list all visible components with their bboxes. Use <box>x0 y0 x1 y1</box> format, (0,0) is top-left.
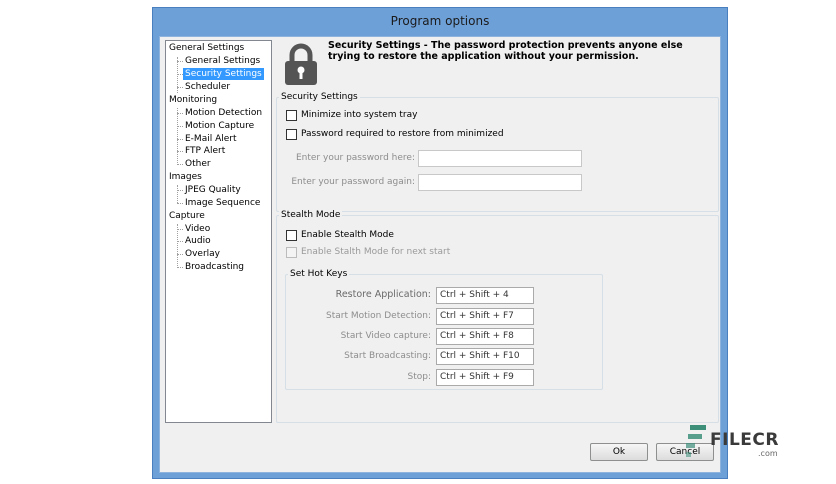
hotkey-restore-field[interactable]: Ctrl + Shift + 4 <box>436 287 534 304</box>
tree-item-motion-capture[interactable]: Motion Capture <box>183 120 256 132</box>
minimize-tray-label: Minimize into system tray <box>301 110 418 120</box>
page-description: Security Settings - The password protect… <box>328 40 683 62</box>
watermark-sub: .com <box>758 449 778 458</box>
tree-group-capture[interactable]: Capture <box>169 210 205 222</box>
lock-icon <box>285 43 317 85</box>
tree-item-jpeg-quality[interactable]: JPEG Quality <box>183 184 243 196</box>
hotkeys-group: Set Hot Keys Restore Application: Ctrl +… <box>285 268 603 390</box>
hotkey-video-capture-label: Start Video capture: <box>340 331 431 341</box>
hotkeys-title: Set Hot Keys <box>288 268 350 280</box>
enable-stealth-option[interactable]: Enable Stealth Mode <box>286 228 394 242</box>
tree-item-audio[interactable]: Audio <box>183 235 213 247</box>
hotkey-stop-label: Stop: <box>407 372 432 382</box>
enable-stealth-checkbox[interactable] <box>286 229 297 241</box>
hotkey-broadcasting-label: Start Broadcasting: <box>344 351 431 361</box>
enable-stealth-label: Enable Stealth Mode <box>301 230 394 240</box>
tree-item-ftp-alert[interactable]: FTP Alert <box>183 145 227 157</box>
stealth-next-start-option: Enable Stalth Mode for next start <box>286 245 450 259</box>
tree-item-email-alert[interactable]: E-Mail Alert <box>183 133 239 145</box>
minimize-tray-checkbox[interactable] <box>286 109 297 121</box>
program-options-window: Program options General Settings General… <box>152 7 728 479</box>
password-again-field[interactable] <box>418 174 582 191</box>
filecr-logo-icon <box>686 425 706 457</box>
tree-group-monitoring[interactable]: Monitoring <box>169 94 217 106</box>
password-again-label: Enter your password again: <box>291 177 415 187</box>
password-required-label: Password required to restore from minimi… <box>301 129 504 139</box>
hotkey-motion-detection-label: Start Motion Detection: <box>326 311 431 321</box>
password-required-option[interactable]: Password required to restore from minimi… <box>286 127 504 141</box>
dialog-client-area: General Settings General Settings Securi… <box>159 36 721 473</box>
tree-group-images[interactable]: Images <box>169 171 202 183</box>
tree-item-general-settings[interactable]: General Settings <box>183 55 262 67</box>
minimize-tray-option[interactable]: Minimize into system tray <box>286 108 417 122</box>
tree-item-overlay[interactable]: Overlay <box>183 248 222 260</box>
tree-item-video[interactable]: Video <box>183 223 212 235</box>
stealth-next-start-checkbox <box>286 246 297 258</box>
stealth-mode-group: Stealth Mode Enable Stealth Mode Enable … <box>276 209 719 423</box>
settings-tree[interactable]: General Settings General Settings Securi… <box>165 40 272 423</box>
tree-item-security-settings[interactable]: Security Settings <box>183 68 264 80</box>
filecr-watermark: FILECR .com <box>686 425 796 461</box>
tree-item-motion-detection[interactable]: Motion Detection <box>183 107 264 119</box>
hotkey-restore-label: Restore Application: <box>335 289 431 300</box>
ok-button[interactable]: Ok <box>590 443 648 461</box>
hotkey-video-capture-field[interactable]: Ctrl + Shift + F8 <box>436 328 534 345</box>
tree-item-other[interactable]: Other <box>183 158 213 170</box>
hotkey-broadcasting-field[interactable]: Ctrl + Shift + F10 <box>436 348 534 365</box>
security-settings-title: Security Settings <box>279 91 360 103</box>
hotkey-stop-field[interactable]: Ctrl + Shift + F9 <box>436 369 534 386</box>
password-field[interactable] <box>418 150 582 167</box>
tree-item-image-sequence[interactable]: Image Sequence <box>183 197 262 209</box>
security-settings-group: Security Settings Minimize into system t… <box>276 91 719 212</box>
window-title: Program options <box>390 14 490 28</box>
tree-item-scheduler[interactable]: Scheduler <box>183 81 232 93</box>
tree-group-general-settings[interactable]: General Settings <box>169 42 244 54</box>
stealth-next-start-label: Enable Stalth Mode for next start <box>301 247 451 257</box>
password-label: Enter your password here: <box>295 153 415 163</box>
tree-item-broadcasting[interactable]: Broadcasting <box>183 261 246 273</box>
hotkey-motion-detection-field[interactable]: Ctrl + Shift + F7 <box>436 308 534 325</box>
stealth-mode-title: Stealth Mode <box>279 209 343 221</box>
password-required-checkbox[interactable] <box>286 128 297 140</box>
watermark-text: FILECR <box>710 430 779 450</box>
